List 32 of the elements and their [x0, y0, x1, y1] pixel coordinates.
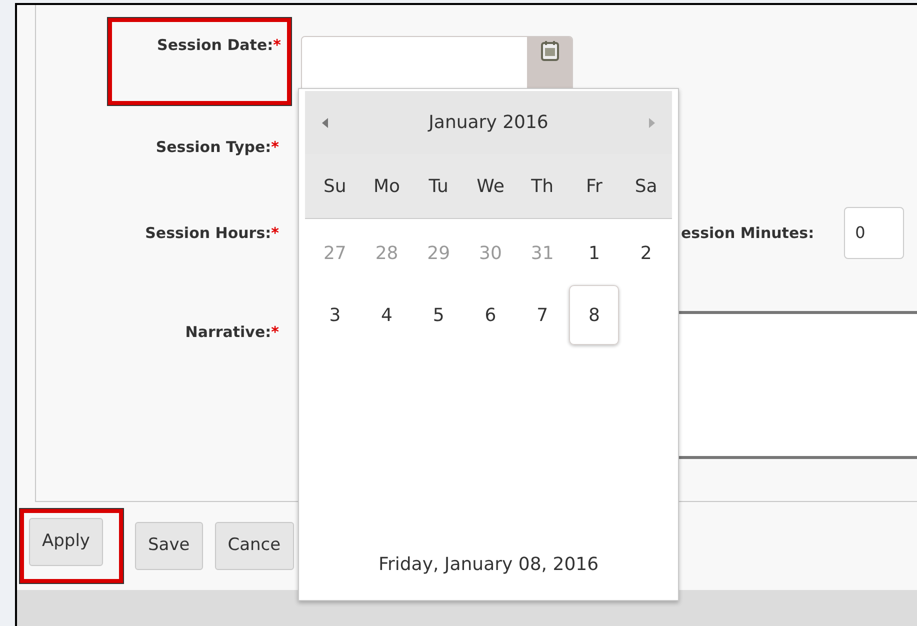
- calendar-day[interactable]: 4: [362, 285, 412, 345]
- calendar-day[interactable]: 5: [414, 285, 464, 345]
- weekday-label: We: [476, 174, 506, 198]
- calendar-icon: [540, 40, 560, 62]
- action-button[interactable]: Apply: [29, 518, 103, 566]
- weekday-label: Fr: [584, 174, 604, 198]
- weekday-label: Su: [322, 174, 348, 198]
- calendar-day[interactable]: 1: [569, 223, 620, 283]
- highlighted-label: Session Date:*: [108, 18, 291, 105]
- minutes-field[interactable]: 0: [844, 207, 904, 259]
- weekday-label: Th: [530, 174, 555, 198]
- calendar-button[interactable]: [527, 37, 572, 90]
- action-button[interactable]: Cance: [214, 522, 294, 570]
- field-label: ession Minutes:: [681, 222, 814, 244]
- weekday-label: Tu: [428, 174, 450, 198]
- month-title: January 2016: [428, 111, 548, 135]
- weekday-label: Sa: [634, 174, 658, 198]
- calendar-day[interactable]: 7: [517, 285, 568, 345]
- previous-icon[interactable]: [321, 116, 329, 128]
- action-button[interactable]: Save: [135, 522, 203, 570]
- field-label: Session Type:*: [156, 136, 280, 158]
- date-field[interactable]: [301, 36, 573, 91]
- field-label: Session Hours:*: [145, 222, 280, 244]
- weekday-label: Mo: [372, 174, 402, 198]
- next-icon[interactable]: [648, 116, 656, 128]
- calendar-day[interactable]: 8: [569, 285, 620, 345]
- calendar-day[interactable]: 2: [621, 223, 672, 283]
- calendar-day[interactable]: 3: [310, 285, 360, 345]
- calendar-day[interactable]: 6: [465, 285, 516, 345]
- today-label[interactable]: Friday, January 08, 2016: [378, 551, 599, 578]
- narrative-field[interactable]: [679, 311, 917, 459]
- field-label: Narrative:*: [185, 322, 280, 343]
